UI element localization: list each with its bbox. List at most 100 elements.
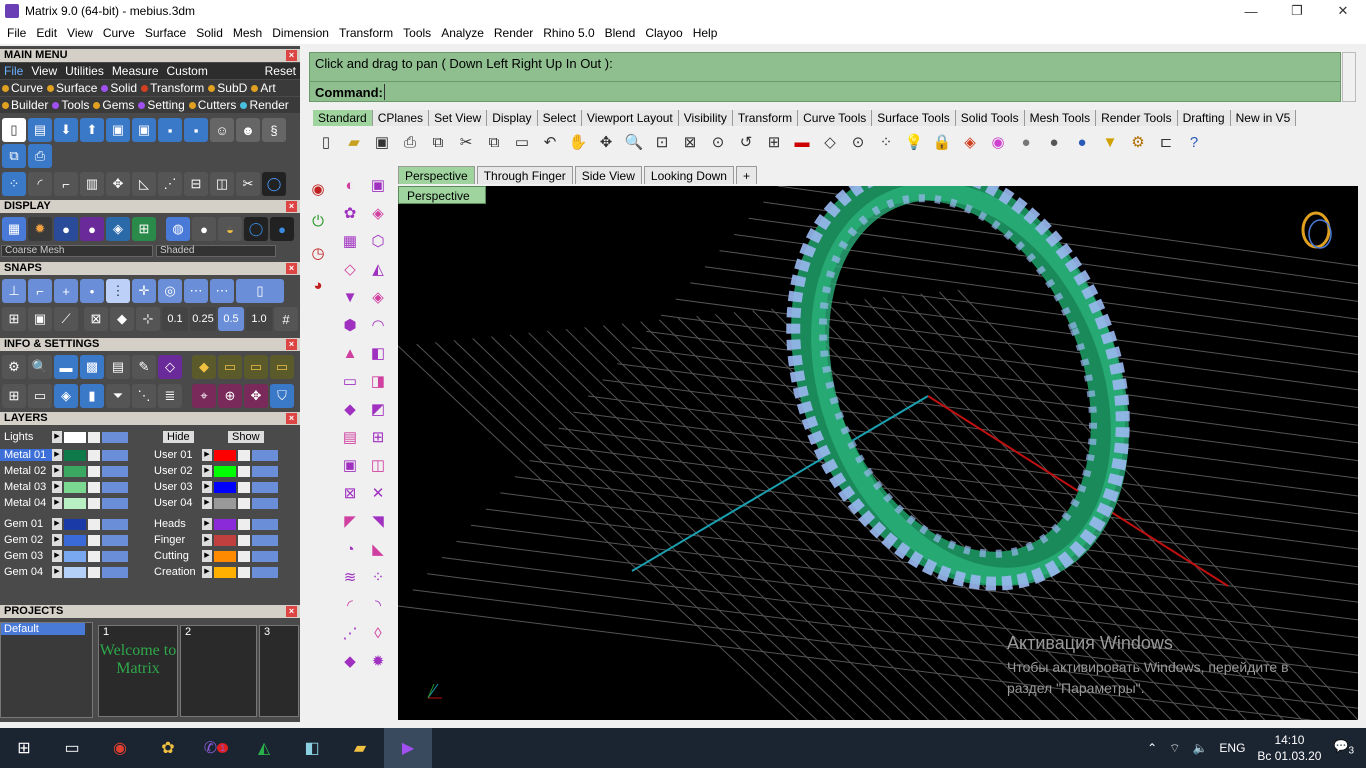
vertical-tool-icon[interactable]: ◣ xyxy=(364,537,392,561)
layer-icon[interactable]: ◈ xyxy=(957,129,983,155)
vertical-tool-icon[interactable]: ◨ xyxy=(364,369,392,393)
expand-icon[interactable]: ▶ xyxy=(52,449,62,461)
vertical-tool-icon[interactable]: ◈ xyxy=(364,285,392,309)
main-menu-reset[interactable]: Reset xyxy=(261,64,300,78)
new-file-icon[interactable]: ▯ xyxy=(2,118,26,142)
sphere-shaded-icon[interactable]: ● xyxy=(1041,129,1067,155)
layer-toggle[interactable] xyxy=(252,550,278,562)
tab-surface-tools[interactable]: Surface Tools xyxy=(872,110,956,126)
lock-icon[interactable] xyxy=(238,518,250,530)
vertical-tool-icon[interactable]: ◈ xyxy=(364,201,392,225)
dimension-icon[interactable]: ⊏ xyxy=(1153,129,1179,155)
zoom-selected-icon[interactable]: ⊙ xyxy=(705,129,731,155)
expand-icon[interactable]: ▶ xyxy=(202,534,212,546)
viewport-canvas[interactable] xyxy=(398,186,1358,720)
point-snap-icon[interactable]: + xyxy=(54,279,78,303)
layer-toggle[interactable] xyxy=(102,481,128,493)
clock[interactable]: 14:10 Вс 01.03.20 xyxy=(1251,732,1327,764)
cut-icon[interactable]: ✂ xyxy=(236,172,260,196)
menu-help[interactable]: Help xyxy=(688,26,723,40)
vertical-tool-icon[interactable]: ◥ xyxy=(364,509,392,533)
main-menu-item-transform[interactable]: Transform xyxy=(139,81,206,95)
quad-snap-icon[interactable]: ⋯ xyxy=(210,279,234,303)
layer-toggle[interactable] xyxy=(102,550,128,562)
cube3d-icon[interactable]: ◈ xyxy=(54,384,78,408)
main-menu-measure[interactable]: Measure xyxy=(108,64,163,78)
main-menu-item-cutters[interactable]: Cutters xyxy=(187,98,239,112)
layer-color[interactable] xyxy=(64,518,86,530)
sweep-icon[interactable]: ⋰ xyxy=(158,172,182,196)
chrome-icon[interactable]: ◉ xyxy=(96,728,144,768)
book-icon[interactable]: ▮ xyxy=(80,384,104,408)
point-icon[interactable]: ⊙ xyxy=(845,129,871,155)
grid4-icon[interactable]: ⊞ xyxy=(2,384,26,408)
menu-view[interactable]: View xyxy=(62,26,98,40)
layer-toggle[interactable] xyxy=(252,518,278,530)
menu-dimension[interactable]: Dimension xyxy=(267,26,334,40)
layer-row[interactable]: Heads ▶ xyxy=(150,517,278,531)
menu-clayoo[interactable]: Clayoo xyxy=(640,26,687,40)
add-viewport-icon[interactable]: + xyxy=(735,166,757,184)
notifications-icon[interactable]: 💬3 xyxy=(1327,739,1366,756)
layer-row[interactable]: Metal 01 ▶ xyxy=(0,448,128,462)
four-views-icon[interactable]: ⊞ xyxy=(761,129,787,155)
display-mode-select[interactable]: Coarse Mesh xyxy=(1,245,153,257)
layer-row[interactable]: Gem 02 ▶ xyxy=(0,533,128,547)
vertical-tool-icon[interactable]: ⊞ xyxy=(364,425,392,449)
link-icon[interactable]: ⊟ xyxy=(184,172,208,196)
expand-icon[interactable]: ▶ xyxy=(52,431,62,443)
sphere-gray-icon[interactable]: ● xyxy=(1013,129,1039,155)
expand-icon[interactable]: ▶ xyxy=(52,465,62,477)
script-icon[interactable]: § xyxy=(262,118,286,142)
pin-icon[interactable]: ⌖ xyxy=(192,384,216,408)
side-tab-icon[interactable]: ⏻ xyxy=(308,209,328,233)
vertical-tool-icon[interactable]: ◊ xyxy=(364,621,392,645)
matrix-app-icon[interactable]: ◭ xyxy=(240,728,288,768)
c3-icon[interactable]: ◫ xyxy=(210,172,234,196)
menu-transform[interactable]: Transform xyxy=(334,26,398,40)
paste-icon[interactable]: ▭ xyxy=(509,129,535,155)
grid-toggle-icon[interactable]: # xyxy=(274,307,298,331)
vertical-tool-icon[interactable]: ▼ xyxy=(336,285,364,309)
snap-value-2[interactable]: 0.25 xyxy=(190,307,216,331)
expand-icon[interactable]: ▶ xyxy=(52,566,62,578)
layer-row[interactable]: Metal 02 ▶ xyxy=(0,464,128,478)
ortho-icon[interactable]: ⊠ xyxy=(84,307,108,331)
layer-row[interactable]: Finger ▶ xyxy=(150,533,278,547)
open-icon[interactable]: ▤ xyxy=(28,118,52,142)
menu-render[interactable]: Render xyxy=(489,26,538,40)
line-snap-icon[interactable]: ⟋ xyxy=(54,307,78,331)
layer-color[interactable] xyxy=(64,465,86,477)
restore-button[interactable]: ❐ xyxy=(1274,0,1320,22)
lock-icon[interactable] xyxy=(88,465,100,477)
vertical-tool-icon[interactable]: ◤ xyxy=(336,509,364,533)
tab-new-in-v5[interactable]: New in V5 xyxy=(1230,110,1297,126)
snap-value-4[interactable]: 1.0 xyxy=(246,307,272,331)
tab-transform[interactable]: Transform xyxy=(732,110,799,126)
layer-toggle[interactable] xyxy=(102,431,128,443)
color-wheel-icon[interactable]: ◉ xyxy=(985,129,1011,155)
command-scrollbar[interactable] xyxy=(1342,52,1356,102)
sphere-gray-icon[interactable]: ● xyxy=(192,217,216,241)
layer-color[interactable] xyxy=(214,497,236,509)
vertical-tool-icon[interactable]: ≋ xyxy=(336,565,364,589)
menu-file[interactable]: File xyxy=(2,26,31,40)
sphere-solid-icon[interactable]: ● xyxy=(270,217,294,241)
menu-mesh[interactable]: Mesh xyxy=(228,26,267,40)
layer-color[interactable] xyxy=(64,431,86,443)
vertical-tool-icon[interactable]: ▤ xyxy=(336,425,364,449)
vertical-tool-icon[interactable]: ◠ xyxy=(364,313,392,337)
minimize-button[interactable]: — xyxy=(1228,0,1274,22)
user-icon[interactable]: ☺ xyxy=(210,118,234,142)
lock-icon[interactable] xyxy=(238,566,250,578)
tab-mesh-tools[interactable]: Mesh Tools xyxy=(1024,110,1097,126)
vertical-tool-icon[interactable]: ⊠ xyxy=(336,481,364,505)
menu-curve[interactable]: Curve xyxy=(98,26,140,40)
layer-color[interactable] xyxy=(64,497,86,509)
vertical-tool-icon[interactable]: ◝ xyxy=(364,593,392,617)
project-slot-1[interactable]: 1 Welcome to Matrix xyxy=(98,625,178,717)
shield-icon[interactable]: ⛉ xyxy=(270,384,294,408)
layer-color[interactable] xyxy=(214,481,236,493)
int-snap-icon[interactable]: ✛ xyxy=(132,279,156,303)
close-button[interactable]: ✕ xyxy=(1320,0,1366,22)
